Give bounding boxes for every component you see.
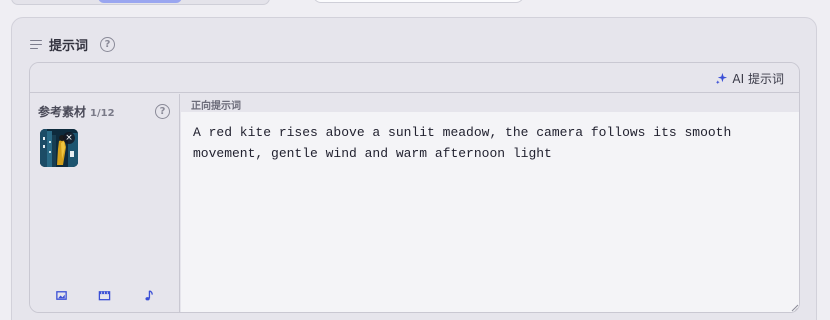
thumbnail-close-icon[interactable]: × (63, 132, 75, 144)
positive-prompt-input[interactable]: A red kite rises above a sunlit meadow, … (181, 112, 799, 312)
segment-active[interactable] (98, 0, 182, 3)
stage: 提示词 ? AI 提示词 参考素材 1/12 ? × 正向提示词 A red k… (0, 0, 830, 320)
prompt-card: AI 提示词 参考素材 1/12 ? × 正向提示词 A red kite ri… (29, 62, 800, 313)
image-icon[interactable] (55, 288, 69, 302)
reference-title: 参考素材 (38, 105, 87, 119)
ai-prompt-button[interactable]: AI 提示词 (715, 69, 784, 87)
positive-prompt-label: 正向提示词 (181, 94, 799, 112)
prompt-column: 正向提示词 A red kite rises above a sunlit me… (181, 94, 799, 312)
resize-grip-icon[interactable] (791, 304, 799, 312)
help-icon[interactable]: ? (100, 36, 116, 52)
top-input-field[interactable] (313, 0, 524, 3)
reference-help-icon[interactable]: ? (155, 104, 170, 119)
segmented-control[interactable] (11, 0, 270, 5)
menu-lines-icon (30, 39, 42, 49)
panel-header: 提示词 ? (30, 35, 116, 54)
reference-thumbnail[interactable]: × (40, 129, 78, 167)
prompt-panel: 提示词 ? AI 提示词 参考素材 1/12 ? × 正向提示词 A red k… (11, 17, 817, 320)
reference-count: 1/12 (90, 108, 115, 119)
video-icon[interactable] (98, 288, 112, 302)
ai-prompt-label: AI 提示词 (732, 71, 784, 86)
panel-title: 提示词 (49, 38, 89, 54)
music-icon[interactable] (141, 288, 155, 302)
reference-column: 参考素材 1/12 ? × (30, 94, 180, 312)
reference-header: 参考素材 1/12 (38, 103, 115, 120)
sparkle-icon (716, 72, 728, 84)
card-toolbar: AI 提示词 (30, 63, 799, 93)
reference-tool-row (30, 288, 180, 304)
